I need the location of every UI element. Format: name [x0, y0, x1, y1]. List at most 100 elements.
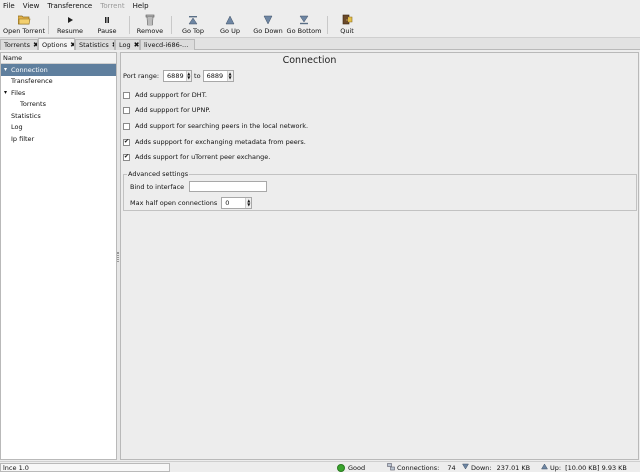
menubar: File View Transference Torrent Help: [0, 0, 640, 12]
tree-item-label: Log: [11, 123, 23, 132]
resume-label: Resume: [56, 27, 84, 35]
tree-item-label: Torrents: [20, 100, 46, 109]
checkbox[interactable]: [123, 106, 130, 114]
download-status: Down: 237.01 KB: [462, 463, 530, 472]
utorrent-pex-option[interactable]: ✔ Adds support for uTorrent peer exchang…: [123, 153, 270, 161]
options-tree: Name ▾ Connection Transference ▾ Files T…: [0, 52, 117, 460]
tree-item-ip-filter[interactable]: Ip filter: [1, 133, 116, 145]
toolbar: Open Torrent Resume Pause Remove Go Top …: [0, 12, 640, 38]
tab-label: Torrents: [4, 41, 30, 49]
arrow-down-icon: [462, 463, 469, 472]
port-to-spinner[interactable]: 6889 ▲ ▼: [202, 70, 234, 82]
tree-item-transference[interactable]: Transference: [1, 76, 116, 88]
menu-torrent[interactable]: Torrent: [100, 2, 124, 10]
tree-header-label: Name: [3, 54, 23, 62]
max-half-open-label: Max half open connections: [130, 199, 218, 207]
bind-interface-input[interactable]: [189, 181, 268, 192]
checkbox[interactable]: [123, 122, 130, 130]
quit-button[interactable]: Quit: [336, 13, 358, 37]
go-down-label: Go Down: [253, 27, 283, 35]
tab-label: Statistics: [79, 41, 109, 49]
pause-icon: [99, 13, 115, 26]
advanced-settings-group: Advanced settings Bind to interface Max …: [123, 170, 637, 211]
connections-count: 74: [447, 463, 456, 472]
metadata-exchange-option[interactable]: ✔ Adds suppport for exchanging metadata …: [123, 138, 306, 146]
resume-button[interactable]: Resume: [54, 13, 86, 37]
connections-icon: [387, 462, 395, 472]
bind-interface-label: Bind to interface: [130, 182, 185, 191]
max-half-open-spinner[interactable]: 0 ▲ ▼: [221, 197, 253, 209]
option-label: Add support for searching peers in the l…: [135, 122, 309, 130]
status-message: lnce 1.0: [0, 463, 170, 472]
tree-item-connection[interactable]: ▾ Connection: [1, 64, 116, 76]
splitter-grip-icon[interactable]: [117, 252, 119, 262]
tab-torrents[interactable]: Torrents ✖: [0, 39, 38, 50]
pause-label: Pause: [97, 27, 117, 35]
tree-item-log[interactable]: Log: [1, 122, 116, 134]
status-bar: lnce 1.0 Good Connections: 74 Down: 237.…: [0, 461, 640, 472]
go-top-button[interactable]: Go Top: [178, 13, 208, 37]
advanced-settings-legend: Advanced settings: [127, 170, 190, 178]
checkbox[interactable]: [123, 91, 130, 99]
toolbar-separator: [327, 16, 328, 34]
tab-livecd-torrent[interactable]: livecd-i686-...: [140, 39, 195, 50]
port-from-spinner[interactable]: 6889 ▲ ▼: [163, 70, 193, 82]
go-top-icon: [185, 13, 201, 26]
go-up-button[interactable]: Go Up: [216, 13, 244, 37]
tab-label: Log: [119, 41, 131, 49]
go-up-label: Go Up: [220, 27, 240, 35]
tree-item-label: Files: [11, 88, 26, 97]
bind-interface-row: Bind to interface: [130, 181, 268, 192]
tree-item-torrents[interactable]: Torrents: [1, 99, 116, 111]
dht-option[interactable]: Add suppport for DHT.: [123, 91, 207, 99]
to-label: to: [194, 72, 201, 80]
play-icon: [62, 13, 78, 26]
expander-down-icon[interactable]: ▾: [1, 89, 10, 96]
trash-icon: [142, 13, 158, 26]
port-from-value: 6889: [167, 72, 184, 80]
menu-file[interactable]: File: [3, 2, 15, 10]
panel-title: Connection: [282, 55, 337, 66]
tab-statistics[interactable]: Statistics ✖: [75, 39, 115, 50]
tree-item-files[interactable]: ▾ Files: [1, 87, 116, 99]
toolbar-separator: [129, 16, 130, 34]
port-to-value: 6889: [206, 72, 224, 80]
port-range-label: Port range:: [123, 72, 160, 80]
connection-panel: Connection Port range: 6889 ▲ ▼ to 6889 ▲…: [120, 52, 639, 460]
checkbox-checked[interactable]: ✔: [123, 138, 130, 146]
close-icon[interactable]: ✖: [134, 41, 139, 49]
expander-down-icon[interactable]: ▾: [1, 66, 10, 73]
spin-arrows-icon[interactable]: ▲ ▼: [245, 198, 252, 208]
remove-label: Remove: [136, 27, 164, 35]
pause-button[interactable]: Pause: [92, 13, 122, 37]
tab-options[interactable]: Options ✖: [38, 38, 75, 50]
folder-open-icon: [16, 13, 32, 26]
checkbox-checked[interactable]: ✔: [123, 153, 130, 161]
go-down-button[interactable]: Go Down: [251, 13, 285, 37]
go-bottom-button[interactable]: Go Bottom: [287, 13, 321, 37]
toolbar-separator: [48, 16, 49, 34]
spin-arrows-icon[interactable]: ▲ ▼: [185, 71, 192, 81]
option-label: Add suppport for UPNP.: [135, 106, 211, 114]
menu-help[interactable]: Help: [133, 2, 149, 10]
toolbar-separator: [171, 16, 172, 34]
local-peers-option[interactable]: Add support for searching peers in the l…: [123, 122, 308, 130]
status-message-text: lnce 1.0: [3, 463, 29, 472]
menu-view[interactable]: View: [23, 2, 40, 10]
tree-column-header[interactable]: Name: [1, 53, 116, 64]
remove-button[interactable]: Remove: [134, 13, 166, 37]
arrow-up-icon: [541, 463, 548, 472]
tab-log[interactable]: Log ✖: [115, 39, 140, 50]
open-torrent-button[interactable]: Open Torrent: [3, 13, 45, 37]
menu-transference[interactable]: Transference: [47, 2, 92, 10]
upnp-option[interactable]: Add suppport for UPNP.: [123, 106, 210, 114]
go-up-icon: [222, 13, 238, 26]
tree-item-statistics[interactable]: Statistics: [1, 110, 116, 122]
health-status: Good: [337, 463, 365, 472]
spin-arrows-icon[interactable]: ▲ ▼: [226, 71, 233, 81]
tab-bar: Torrents ✖ Options ✖ Statistics ✖ Log ✖ …: [0, 38, 640, 50]
go-down-icon: [260, 13, 276, 26]
connections-label: Connections:: [397, 463, 440, 472]
exit-icon: [339, 13, 355, 26]
port-range-row: Port range: 6889 ▲ ▼ to 6889 ▲ ▼: [123, 70, 234, 82]
